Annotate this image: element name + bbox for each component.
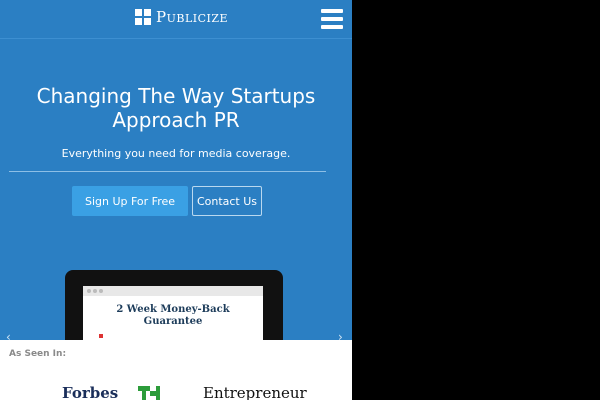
tablet-screen: 2 Week Money-Back Guarantee	[83, 286, 263, 346]
forbes-logo: Forbes	[62, 384, 119, 400]
slide-headline: 2 Week Money-Back Guarantee	[103, 304, 243, 328]
entrepreneur-logo: Entrepreneur	[203, 384, 307, 400]
hamburger-menu-icon[interactable]	[321, 9, 343, 29]
hero-title-line1: Changing The Way Startups	[36, 84, 316, 108]
logo-mark-icon	[135, 9, 151, 25]
hero-subtitle: Everything you need for media coverage.	[61, 147, 291, 160]
press-section: As Seen In: Forbes Entrepreneur	[0, 340, 352, 400]
sign-up-button[interactable]: Sign Up For Free	[72, 186, 188, 216]
contact-us-button[interactable]: Contact Us	[192, 186, 262, 216]
browser-bar	[83, 286, 263, 296]
hero-title: Changing The Way Startups Approach PR	[0, 84, 352, 132]
techcrunch-logo	[138, 386, 174, 400]
top-nav-bar: Publicize	[0, 0, 352, 39]
slide-headline-line1: 2 Week Money-Back	[116, 304, 230, 315]
press-label: As Seen In:	[9, 349, 67, 359]
hero-title-line2: Approach PR	[112, 108, 240, 132]
slide-accent	[99, 334, 103, 338]
hero-divider	[9, 171, 326, 172]
publicize-logo[interactable]: Publicize	[135, 8, 228, 26]
mobile-viewport: Publicize Changing The Way Startups Appr…	[0, 0, 352, 400]
logo-text: Publicize	[156, 8, 229, 26]
slide-headline-line2: Guarantee	[143, 316, 203, 327]
